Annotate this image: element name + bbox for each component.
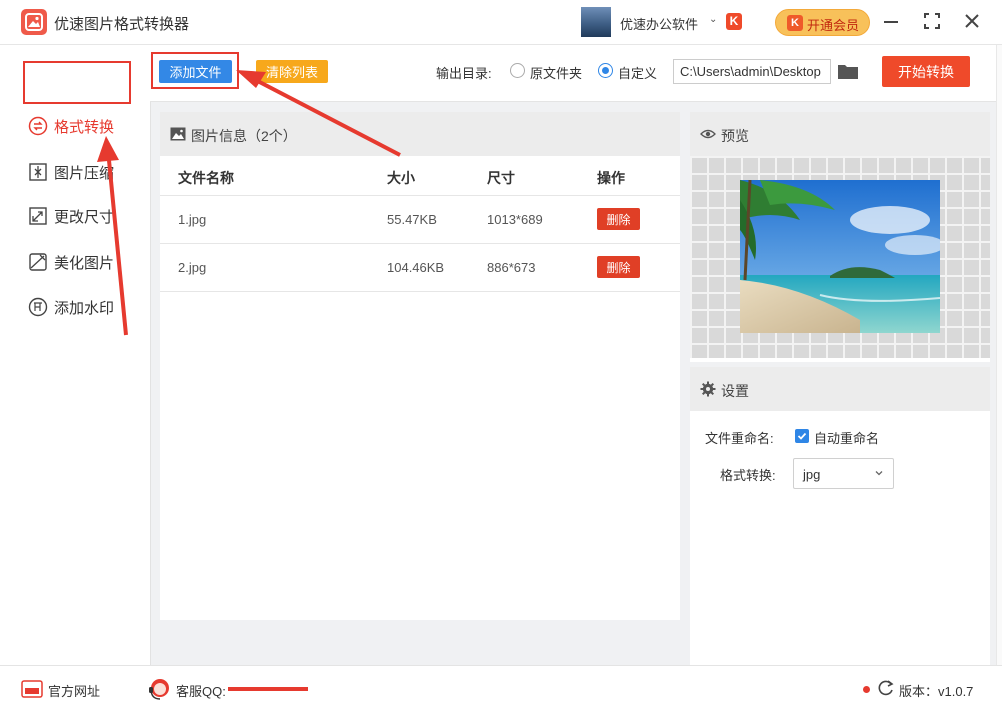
sidebar-item-label: 美化图片	[54, 254, 115, 272]
sidebar-item-format-convert[interactable]: 格式转换	[28, 112, 114, 140]
file-list-title: 图片信息（2个）	[191, 128, 297, 144]
support-avatar-icon[interactable]	[148, 677, 172, 701]
output-path-input[interactable]	[673, 59, 831, 84]
chevron-down-icon	[875, 471, 883, 476]
start-convert-button[interactable]: 开始转换	[882, 56, 970, 87]
delete-button[interactable]: 删除	[597, 208, 640, 230]
sidebar-item-resize[interactable]: 更改尺寸	[28, 202, 114, 230]
settings-header: 设置	[690, 367, 990, 411]
website-icon[interactable]	[21, 680, 43, 698]
column-header-size: 大小	[387, 170, 415, 186]
file-list-header: 图片信息（2个）	[160, 112, 680, 156]
auto-rename-label[interactable]: 自动重命名	[814, 428, 879, 447]
title-bar: 优速图片格式转换器 优速办公软件 ⌄ K K 开通会员	[0, 0, 1002, 45]
sidebar-item-compress[interactable]: 图片压缩	[28, 158, 114, 186]
settings-panel: 设置 文件重命名: 自动重命名 格式转换: jpg	[690, 367, 990, 665]
brand-name[interactable]: 优速办公软件	[620, 14, 698, 33]
file-name-cell: 1.jpg	[178, 212, 207, 227]
close-icon[interactable]	[963, 12, 981, 30]
sidebar-item-label: 格式转换	[54, 118, 115, 136]
settings-title: 设置	[721, 383, 749, 399]
file-name-cell: 2.jpg	[178, 260, 207, 275]
gear-icon	[700, 381, 716, 397]
column-header-dims: 尺寸	[487, 170, 515, 186]
output-dir-label: 输出目录:	[436, 66, 492, 81]
version-label: 版本：v1.0.7	[899, 684, 974, 699]
compress-icon	[29, 163, 47, 181]
vip-label: 开通会员	[807, 18, 860, 33]
support-qq-label: 客服QQ:	[176, 684, 226, 699]
sidebar-item-watermark[interactable]: 添加水印	[28, 293, 114, 321]
column-header-action: 操作	[597, 170, 625, 186]
clear-list-button[interactable]: 清除列表	[256, 60, 328, 83]
refresh-icon[interactable]	[877, 679, 895, 697]
sidebar-item-label: 图片压缩	[54, 164, 115, 182]
redacted-qq-number	[228, 687, 308, 691]
column-header-name: 文件名称	[178, 170, 234, 186]
add-files-button[interactable]: 添加文件	[159, 60, 232, 83]
brand-avatar[interactable]	[581, 7, 611, 37]
vip-button[interactable]: K 开通会员	[775, 9, 870, 36]
divider	[160, 291, 680, 292]
sidebar-active-highlight	[23, 61, 131, 104]
file-dims-cell: 886*673	[487, 260, 536, 275]
sidebar-item-label: 添加水印	[54, 299, 115, 317]
file-size-cell: 55.47KB	[387, 212, 437, 227]
beautify-icon	[29, 253, 47, 271]
preview-panel: 预览	[690, 112, 990, 362]
format-select-value: jpg	[803, 467, 821, 482]
watermark-icon	[28, 297, 48, 317]
app-logo-icon	[21, 9, 47, 35]
delete-button[interactable]: 删除	[597, 256, 640, 278]
fullscreen-icon[interactable]	[924, 13, 940, 29]
eye-icon	[700, 129, 716, 139]
rename-label: 文件重命名:	[705, 431, 774, 446]
preview-title: 预览	[721, 128, 749, 144]
image-icon	[170, 127, 186, 141]
minimize-icon[interactable]	[884, 21, 898, 23]
update-dot	[863, 686, 870, 693]
resize-icon	[29, 207, 47, 225]
file-dims-cell: 1013*689	[487, 212, 543, 227]
status-bar: 官方网址 客服QQ: 版本：v1.0.7	[0, 665, 1002, 710]
preview-image	[740, 180, 940, 333]
file-size-cell: 104.46KB	[387, 260, 445, 275]
brand-badge-icon: K	[726, 13, 742, 30]
sidebar-item-label: 更改尺寸	[54, 208, 115, 226]
file-list-panel: 图片信息（2个） 文件名称 大小 尺寸 操作 1.jpg 55.47KB 101…	[160, 112, 680, 620]
official-site-link[interactable]: 官方网址	[48, 681, 100, 700]
chevron-down-icon[interactable]: ⌄	[709, 14, 717, 25]
format-convert-icon	[28, 116, 48, 136]
divider	[160, 195, 680, 196]
radio-custom-folder[interactable]	[598, 63, 613, 78]
radio-original-folder[interactable]	[510, 63, 525, 78]
radio-custom-label[interactable]: 自定义	[618, 63, 657, 82]
radio-original-label[interactable]: 原文件夹	[530, 63, 582, 82]
auto-rename-checkbox[interactable]	[795, 429, 809, 443]
sidebar-item-beautify[interactable]: 美化图片	[28, 248, 114, 276]
preview-header: 预览	[690, 112, 990, 156]
vip-badge-icon: K	[787, 15, 803, 31]
app-title: 优速图片格式转换器	[54, 16, 190, 33]
format-label: 格式转换:	[720, 468, 776, 483]
window-edge	[996, 45, 1002, 665]
divider	[160, 243, 680, 244]
format-select[interactable]: jpg	[793, 458, 894, 489]
folder-icon[interactable]	[837, 63, 859, 80]
